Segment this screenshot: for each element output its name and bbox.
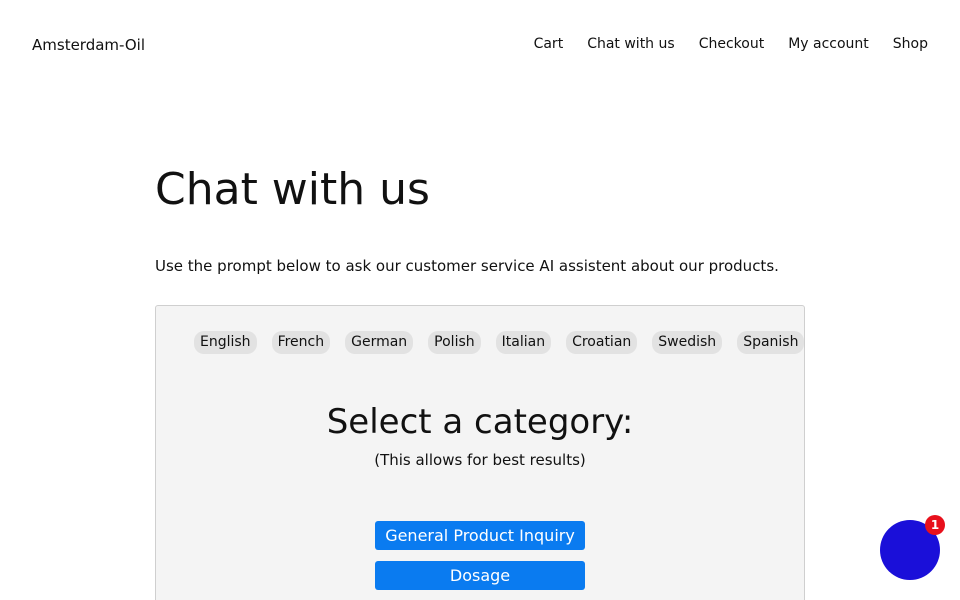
notification-badge: 1 [925,515,945,535]
category-heading: Select a category: [326,402,634,442]
language-selector: English French German Polish Italian Cro… [194,331,805,354]
lang-spanish-button[interactable]: Spanish [737,331,805,354]
lang-english-button[interactable]: English [194,331,257,354]
nav-cart[interactable]: Cart [534,36,564,52]
lang-croatian-button[interactable]: Croatian [566,331,638,354]
main-nav: Cart Chat with us Checkout My account Sh… [534,36,928,52]
lang-italian-button[interactable]: Italian [495,331,552,354]
site-title-link[interactable]: Amsterdam-Oil [32,36,145,54]
category-dosage-button[interactable]: Dosage [375,561,585,590]
lang-french-button[interactable]: French [271,331,331,354]
lang-polish-button[interactable]: Polish [428,331,481,354]
page-title: Chat with us [155,164,430,215]
category-general-inquiry-button[interactable]: General Product Inquiry [375,521,585,550]
nav-my-account[interactable]: My account [788,36,869,52]
nav-chat-with-us[interactable]: Chat with us [587,36,675,52]
lang-german-button[interactable]: German [345,331,414,354]
lang-swedish-button[interactable]: Swedish [652,331,723,354]
chat-widget-panel: English French German Polish Italian Cro… [155,305,805,600]
category-subheading: (This allows for best results) [374,451,586,469]
nav-checkout[interactable]: Checkout [699,36,765,52]
nav-shop[interactable]: Shop [893,36,928,52]
site-header: Amsterdam-Oil Cart Chat with us Checkout… [0,0,960,90]
intro-text: Use the prompt below to ask our customer… [155,257,779,275]
